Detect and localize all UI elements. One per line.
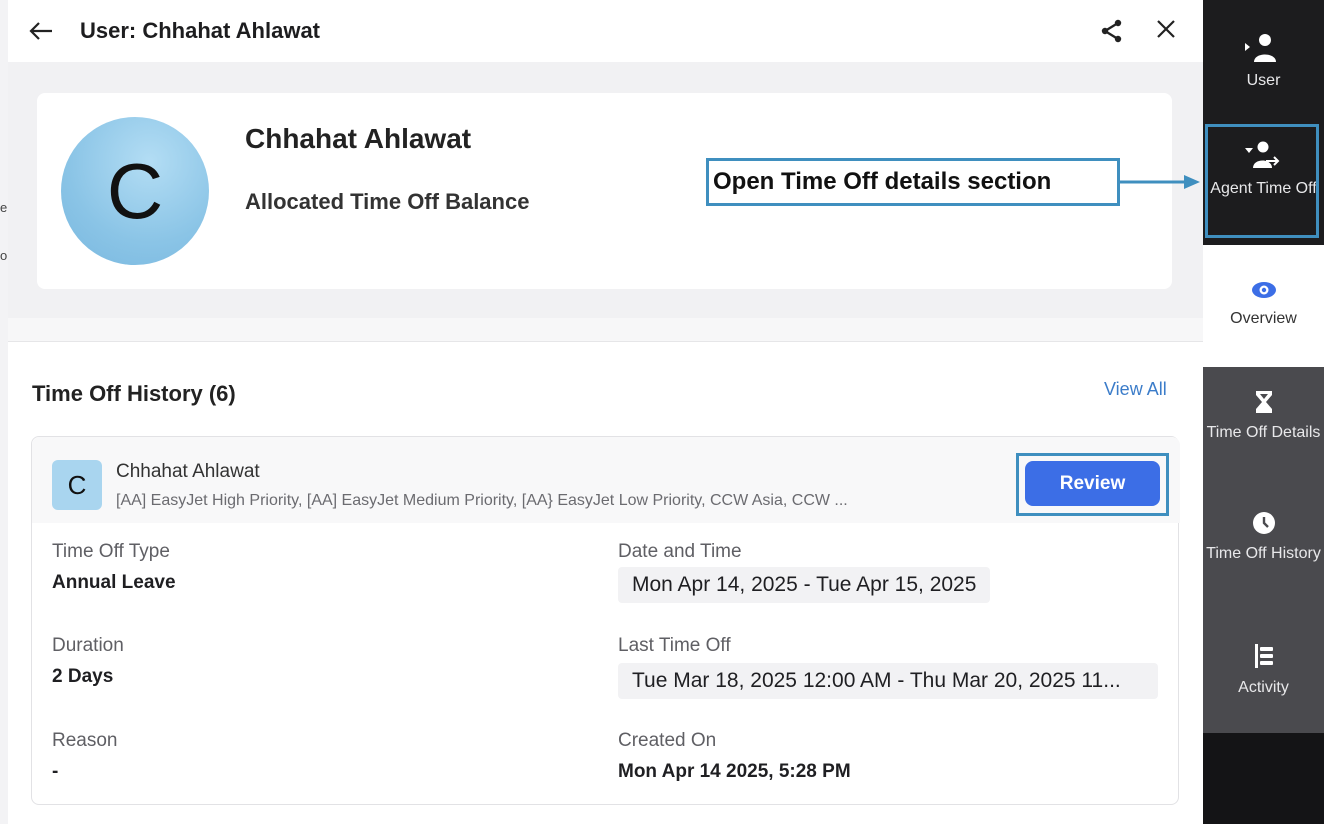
- date-time-value: Mon Apr 14, 2025 - Tue Apr 15, 2025: [618, 567, 991, 603]
- rail-label-overview: Overview: [1230, 310, 1297, 327]
- section-divider: [8, 318, 1203, 342]
- user-icon: [1244, 34, 1276, 62]
- underlying-page-edge: e o: [0, 0, 8, 824]
- hourglass-icon: [1255, 391, 1272, 413]
- rail-item-time-off-history[interactable]: Time Off History: [1203, 509, 1324, 566]
- requester-avatar: C: [52, 460, 102, 510]
- requester-name: Chhahat Ahlawat: [116, 461, 260, 482]
- requester-initial: C: [67, 470, 87, 500]
- annotation-callout-text: Open Time Off details section: [713, 168, 1052, 195]
- allocated-balance-label: Allocated Time Off Balance: [245, 189, 530, 214]
- back-button[interactable]: [28, 16, 56, 46]
- activity-icon: [1254, 644, 1273, 668]
- review-button[interactable]: Review: [1025, 461, 1160, 506]
- eye-icon: [1251, 282, 1276, 298]
- screen: e o User: Chhahat Ahlawat C Chhahat Ahla…: [0, 0, 1324, 824]
- user-panel: User: Chhahat Ahlawat C Chhahat Ahlawat …: [8, 0, 1203, 824]
- time-off-type-label: Time Off Type: [52, 541, 170, 562]
- date-time-label: Date and Time: [618, 541, 742, 562]
- time-off-request-card: C Chhahat Ahlawat [AA] EasyJet High Prio…: [31, 436, 1180, 805]
- rail-bottom-group: [1203, 733, 1324, 824]
- view-all-link[interactable]: View All: [1104, 379, 1167, 400]
- clock-icon: [1252, 512, 1275, 534]
- underlying-text-fragment: e: [0, 200, 8, 215]
- close-icon: [1157, 20, 1175, 38]
- profile-name: Chhahat Ahlawat: [245, 123, 472, 154]
- requester-queues: [AA] EasyJet High Priority, [AA] EasyJet…: [116, 492, 848, 509]
- annotation-callout: Open Time Off details section: [706, 158, 1120, 206]
- share-icon: [1101, 19, 1122, 43]
- page-title: User: Chhahat Ahlawat: [80, 18, 321, 43]
- reason-label: Reason: [52, 730, 118, 751]
- created-on-value: Mon Apr 14 2025, 5:28 PM: [618, 761, 851, 782]
- rail-label-time-off-details: Time Off Details: [1206, 424, 1321, 441]
- rail-label-time-off-history: Time Off History: [1206, 545, 1321, 562]
- avatar-initial: C: [106, 147, 164, 235]
- agent-time-off-highlight: [1205, 124, 1319, 238]
- reason-value: -: [52, 761, 59, 782]
- rail-item-activity[interactable]: Activity: [1203, 641, 1324, 700]
- right-sidebar: User Agent Time Off Overview Time Off De…: [1203, 0, 1324, 824]
- avatar: C: [61, 117, 209, 265]
- rail-label-user: User: [1246, 72, 1281, 89]
- time-off-type-value: Annual Leave: [52, 572, 176, 593]
- duration-label: Duration: [52, 635, 124, 656]
- rail-label-activity: Activity: [1238, 679, 1289, 696]
- duration-value: 2 Days: [52, 666, 114, 687]
- history-title: Time Off History (6): [32, 381, 236, 406]
- share-button[interactable]: [1098, 17, 1126, 45]
- rail-item-time-off-details[interactable]: Time Off Details: [1203, 388, 1324, 445]
- panel-header: User: Chhahat Ahlawat: [8, 0, 1203, 62]
- back-arrow-icon: [29, 22, 52, 40]
- underlying-text-fragment: o: [0, 248, 8, 263]
- last-time-off-label: Last Time Off: [618, 635, 731, 656]
- rail-item-user[interactable]: User: [1203, 30, 1324, 93]
- request-header: C Chhahat Ahlawat [AA] EasyJet High Prio…: [32, 437, 1180, 523]
- review-highlight: Review: [1016, 453, 1169, 516]
- created-on-label: Created On: [618, 730, 717, 751]
- rail-item-overview[interactable]: Overview: [1203, 278, 1324, 331]
- close-button[interactable]: [1152, 14, 1180, 44]
- annotation-arrow-icon: [1120, 175, 1200, 189]
- last-time-off-value: Tue Mar 18, 2025 12:00 AM - Thu Mar 20, …: [618, 663, 1158, 699]
